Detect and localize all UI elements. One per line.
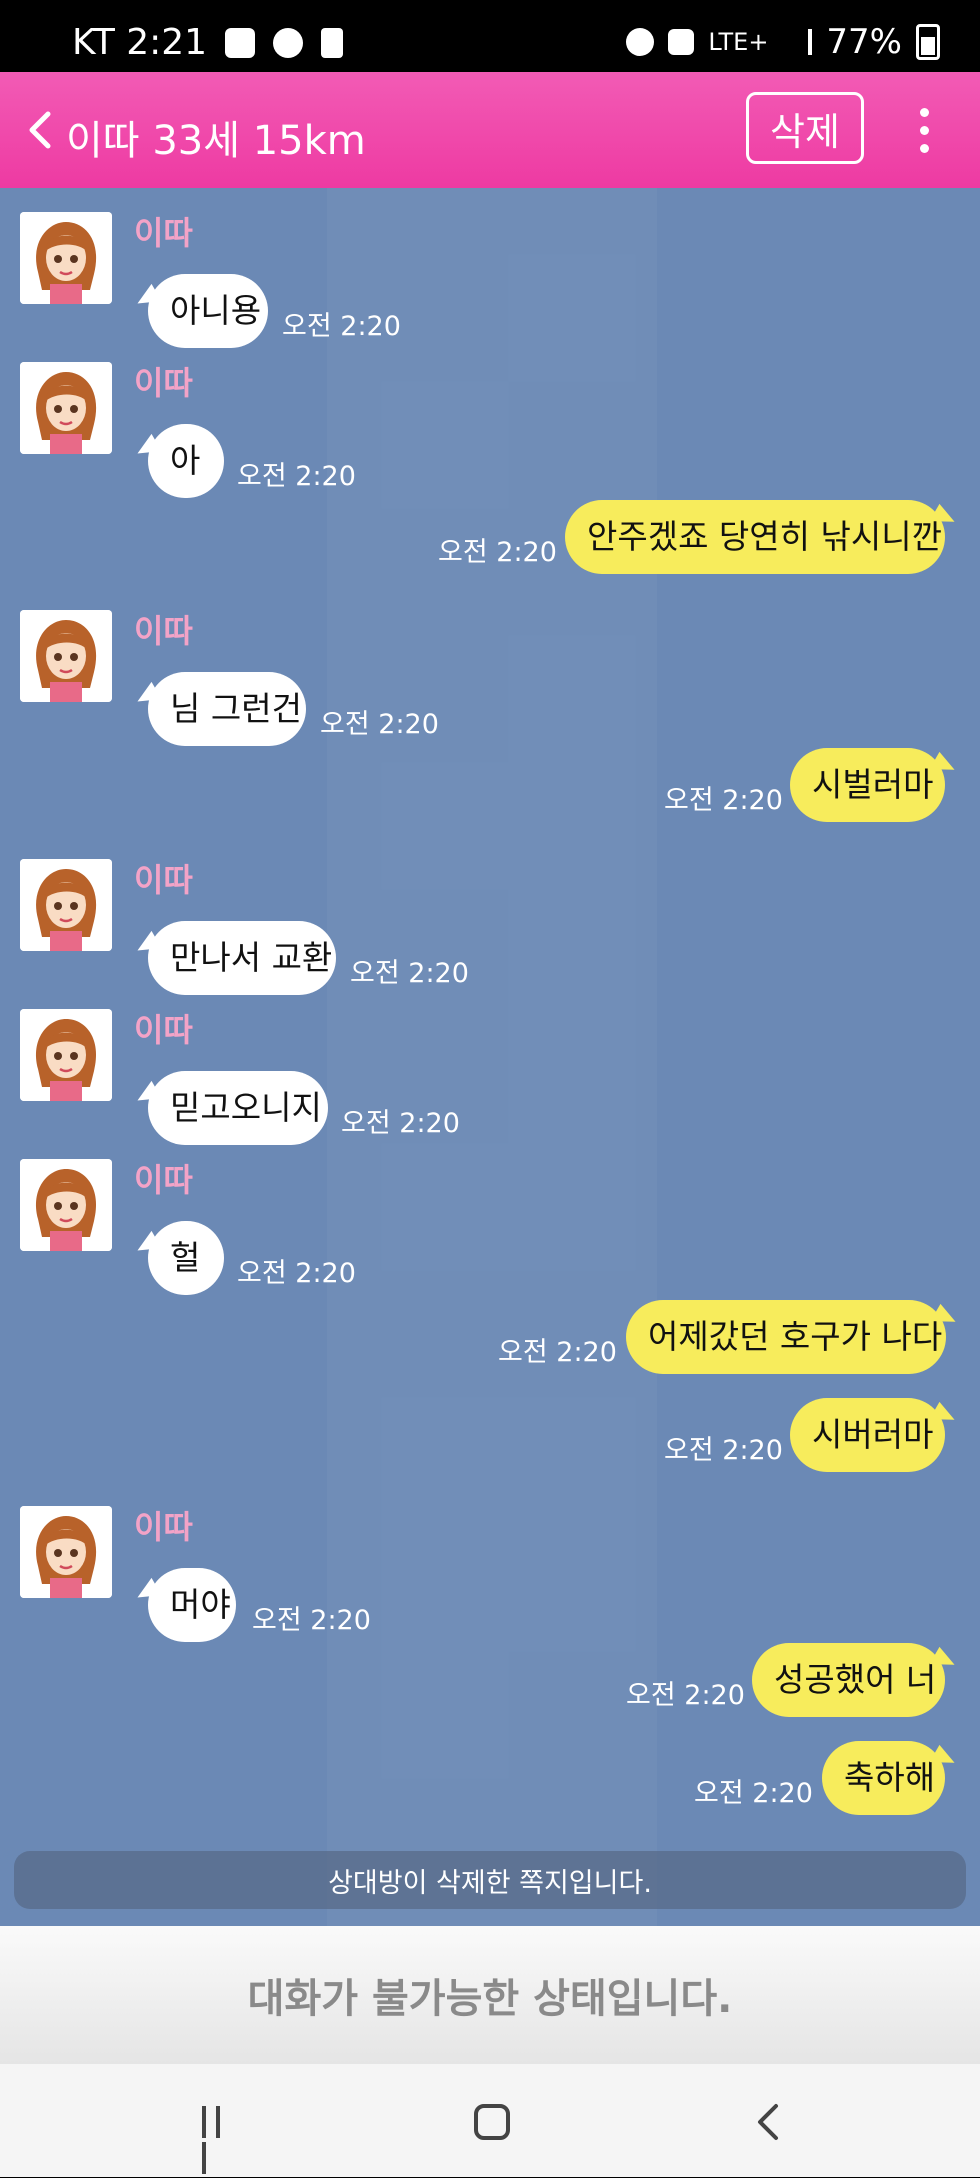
status-carrier-time: KT 2:21	[72, 22, 208, 63]
deleted-notice: 상대방이 삭제한 쪽지입니다.	[14, 1851, 966, 1909]
chat-app-icon	[273, 27, 304, 58]
delete-button[interactable]: 삭제	[746, 92, 864, 164]
signal-icon	[782, 29, 813, 55]
message-time: 오전 2:20	[664, 1435, 783, 1466]
message-time: 오전 2:20	[282, 311, 401, 342]
outgoing-message-bubble[interactable]: 안주겠죠 당연히 낚시니깐	[565, 500, 945, 574]
chat-title: 이따 33세 15km	[66, 118, 366, 164]
message-time: 오전 2:20	[320, 709, 439, 740]
message-time: 오전 2:20	[694, 1778, 813, 1809]
chat-disabled-banner: 대화가 불가능한 상태입니다.	[0, 1926, 980, 2064]
message-time: 오전 2:20	[498, 1337, 617, 1368]
avatar[interactable]	[20, 362, 112, 454]
outgoing-message-bubble[interactable]: 시버러마	[790, 1398, 945, 1472]
avatar[interactable]	[20, 859, 112, 951]
status-bar: KT 2:21 LTE+ 77%	[0, 0, 980, 72]
chat-area: 상대방이 삭제한 쪽지입니다. 이따 아니용 오전 2:20 이따 아 오전 2:20 안…	[0, 188, 980, 1926]
incoming-message-bubble[interactable]: 만나서 교환	[148, 921, 336, 995]
sender-name: 이따	[134, 1161, 193, 1199]
incoming-message-bubble[interactable]: 헐	[148, 1221, 224, 1295]
home-icon[interactable]	[474, 2104, 510, 2140]
avatar[interactable]	[20, 212, 112, 304]
message-time: 오전 2:20	[237, 1258, 356, 1289]
outgoing-message-bubble[interactable]: 시벌러마	[790, 748, 945, 822]
back-arrow-icon[interactable]	[22, 108, 62, 152]
message-time: 오전 2:20	[341, 1108, 460, 1139]
incoming-message-bubble[interactable]: 님 그런건	[148, 672, 306, 746]
navigation-bar	[0, 2064, 980, 2177]
mute-icon	[668, 29, 695, 55]
avatar[interactable]	[20, 1506, 112, 1598]
avatar[interactable]	[20, 610, 112, 702]
message-time: 오전 2:20	[350, 958, 469, 989]
network-label: LTE+	[708, 28, 769, 56]
sender-name: 이따	[134, 1508, 193, 1546]
incoming-message-bubble[interactable]: 믿고오니지	[148, 1071, 328, 1145]
incoming-message-bubble[interactable]: 아니용	[148, 274, 268, 348]
sender-name: 이따	[134, 612, 193, 650]
alarm-icon	[626, 28, 655, 56]
nav-back-icon[interactable]	[754, 2102, 782, 2142]
gallery-icon	[225, 27, 256, 58]
more-options-icon[interactable]	[918, 108, 930, 154]
sender-name: 이따	[134, 364, 193, 402]
sender-name: 이따	[134, 214, 193, 252]
message-time: 오전 2:20	[237, 461, 356, 492]
outgoing-message-bubble[interactable]: 축하해	[822, 1741, 945, 1815]
bottle-icon	[321, 27, 344, 58]
outgoing-message-bubble[interactable]: 성공했어 너	[752, 1643, 945, 1717]
sender-name: 이따	[134, 861, 193, 899]
message-time: 오전 2:20	[626, 1680, 745, 1711]
avatar[interactable]	[20, 1009, 112, 1101]
battery-percent: 77%	[826, 22, 902, 62]
battery-icon	[916, 24, 940, 60]
sender-name: 이따	[134, 1011, 193, 1049]
incoming-message-bubble[interactable]: 머야	[148, 1568, 236, 1642]
incoming-message-bubble[interactable]: 아	[148, 424, 224, 498]
recent-apps-icon[interactable]	[202, 2106, 234, 2174]
avatar[interactable]	[20, 1159, 112, 1251]
message-time: 오전 2:20	[438, 537, 557, 568]
outgoing-message-bubble[interactable]: 어제갔던 호구가 나다	[626, 1300, 946, 1374]
message-time: 오전 2:20	[252, 1605, 371, 1636]
message-time: 오전 2:20	[664, 785, 783, 816]
chat-header: 이따 33세 15km 삭제	[0, 72, 980, 188]
